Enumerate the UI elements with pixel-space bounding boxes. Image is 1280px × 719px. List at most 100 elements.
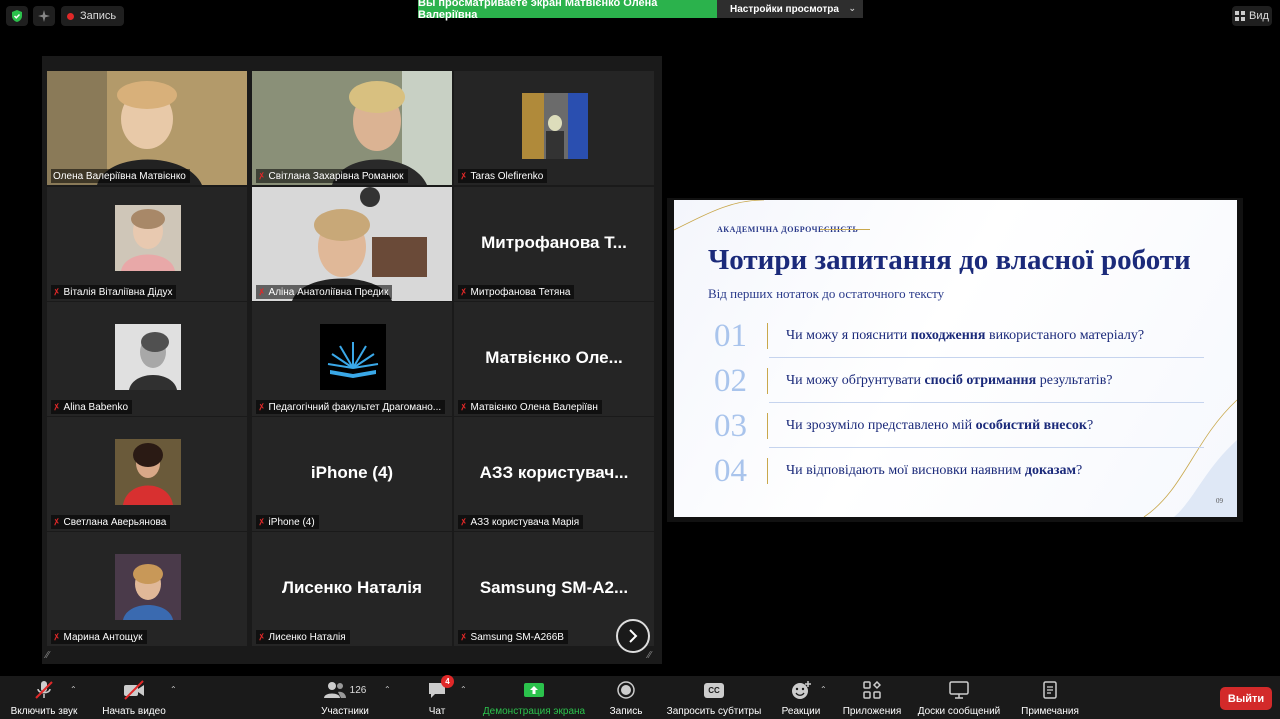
participant-tile[interactable]: ✗ Taras Olefirenko <box>454 71 654 185</box>
record-button[interactable]: Запись <box>604 676 648 719</box>
question-text: Чи можу я пояснити походження використан… <box>786 328 1145 343</box>
participant-tile[interactable]: ✗ Марина Антощук <box>47 532 247 646</box>
participant-tile[interactable]: ✗ Alina Babenko <box>47 302 247 416</box>
leave-meeting-button[interactable]: Выйти <box>1220 687 1272 710</box>
view-options-dropdown[interactable]: Настройки просмотра ⌄ <box>717 0 863 18</box>
video-off-icon <box>124 680 144 700</box>
apps-label: Приложения <box>842 706 902 717</box>
participant-tile[interactable]: Олена Валеріївна Матвієнко <box>47 71 247 185</box>
muted-mic-icon: ✗ <box>459 169 469 182</box>
participant-tile[interactable]: Митрофанова Т... ✗ Митрофанова Тетяна <box>454 187 654 301</box>
sparkle-icon[interactable] <box>33 6 55 26</box>
record-label: Запись <box>609 706 643 717</box>
question-text: Чи зрозуміло представлено мій особистий … <box>786 418 1094 433</box>
request-captions-label: Запросить субтитры <box>666 706 762 717</box>
participants-button[interactable]: 126 Участники <box>316 676 374 719</box>
start-video-label: Начать видео <box>102 706 166 717</box>
participant-tile[interactable]: ✗ Світлана Захарівна Романюк <box>252 71 452 185</box>
participant-name-label: ✗ Alina Babenko <box>51 400 133 414</box>
muted-mic-icon: ✗ <box>52 630 62 643</box>
apps-icon <box>863 681 881 699</box>
muted-mic-icon: ✗ <box>257 285 267 298</box>
muted-mic-icon: ✗ <box>257 169 267 182</box>
question-text: Чи можу обґрунтувати спосіб отримання ре… <box>786 373 1113 388</box>
participant-display-name: Samsung SM-A2... <box>479 578 629 597</box>
participant-tile[interactable]: Лисенко Наталія ✗ Лисенко Наталія <box>252 532 452 646</box>
question-text: Чи відповідають мої висновки наявним док… <box>786 463 1083 478</box>
recording-dot-icon <box>67 12 74 20</box>
participant-name-label: ✗ Віталія Віталіївна Дідух <box>51 285 177 299</box>
participant-avatar <box>115 324 181 390</box>
participant-avatar <box>522 93 588 159</box>
notes-button[interactable]: Примечания <box>1016 676 1084 719</box>
recording-indicator[interactable]: Запись <box>61 6 125 26</box>
muted-mic-icon: ✗ <box>459 285 469 298</box>
participant-tile[interactable]: iPhone (4) ✗ iPhone (4) <box>252 417 452 531</box>
participant-avatar <box>115 439 181 505</box>
start-video-button[interactable]: Начать видео <box>98 676 170 719</box>
participant-name-label: ✗ Світлана Захарівна Романюк <box>256 169 408 183</box>
video-options-caret-icon[interactable]: ⌃ <box>170 685 177 694</box>
muted-mic-icon: ✗ <box>459 630 469 643</box>
muted-mic-icon: ✗ <box>52 285 62 298</box>
participant-name-label: ✗ Светлана Аверьянова <box>51 515 171 529</box>
slide-question: 01 Чи можу я пояснити походження викорис… <box>714 318 1204 358</box>
reactions-caret-icon[interactable]: ⌃ <box>820 685 827 694</box>
participant-tile[interactable]: ✗ Аліна Анатоліївна Предик <box>252 187 452 301</box>
apps-button[interactable]: Приложения <box>840 676 904 719</box>
participant-video <box>252 71 452 185</box>
chat-label: Чат <box>428 706 446 717</box>
participant-name-label: ✗ iPhone (4) <box>256 515 319 529</box>
participant-name-label: ✗ Taras Olefirenko <box>458 169 548 183</box>
next-page-button[interactable] <box>616 619 650 653</box>
participant-name-label: ✗ Матвієнко Олена Валеріївн <box>458 400 602 414</box>
participant-name-label: ✗ Митрофанова Тетяна <box>458 285 575 299</box>
participant-display-name: iPhone (4) <box>310 463 394 482</box>
slide-page-number: 09 <box>1216 497 1223 505</box>
share-screen-icon <box>524 683 544 697</box>
participant-name-label: ✗ Марина Антощук <box>51 630 147 644</box>
slide-subtitle: Від перших нотаток до остаточного тексту <box>708 286 945 301</box>
chat-button[interactable]: 4 Чат <box>420 675 454 719</box>
share-screen-label: Демонстрация экрана <box>482 706 586 717</box>
participant-tile[interactable]: ✗ Светлана Аверьянова <box>47 417 247 531</box>
participant-name-label: Олена Валеріївна Матвієнко <box>51 169 190 183</box>
participant-tile[interactable]: Матвієнко Оле... ✗ Матвієнко Олена Валері… <box>454 302 654 416</box>
reactions-label: Реакции <box>781 706 821 717</box>
participant-tile[interactable]: ✗ Віталія Віталіївна Дідух <box>47 187 247 301</box>
emoji-icon <box>792 681 811 699</box>
shared-slide: АКАДЕМІЧНА ДОБРОЧЕСНІСТЬ Чотири запитанн… <box>674 200 1237 517</box>
view-button[interactable]: Вид <box>1232 6 1272 26</box>
participant-display-name: Матвієнко Оле... <box>485 348 623 367</box>
view-options-label: Настройки просмотра <box>730 3 839 15</box>
participants-caret-icon[interactable]: ⌃ <box>384 685 391 694</box>
reactions-button[interactable]: Реакции <box>778 676 824 719</box>
slide-question: 04 Чи відповідають мої висновки наявним … <box>714 453 1204 493</box>
screen-share-banner: Вы просматриваете экран Матвієнко Олена … <box>418 0 717 21</box>
participants-count: 126 <box>349 684 367 696</box>
participants-label: Участники <box>321 706 369 717</box>
chat-unread-badge: 4 <box>441 675 454 688</box>
participant-name-label: ✗ Аліна Анатоліївна Предик <box>256 285 393 299</box>
captions-icon: CC <box>704 682 724 698</box>
share-screen-button[interactable]: Демонстрация экрана <box>478 676 590 719</box>
slide-badge-rule <box>820 229 870 230</box>
recording-label: Запись <box>80 10 117 22</box>
question-number: 04 <box>714 453 747 489</box>
resize-grip-icon[interactable]: ∕∕ <box>46 650 58 662</box>
chevron-right-icon <box>629 629 638 643</box>
participant-gallery: Олена Валеріївна Матвієнко ✗ Світлана Зах… <box>42 56 662 664</box>
request-captions-button[interactable]: CC Запросить субтитры <box>664 676 764 719</box>
question-number: 02 <box>714 363 747 399</box>
security-shield-icon[interactable] <box>6 6 28 26</box>
muted-mic-icon: ✗ <box>257 400 267 413</box>
chat-caret-icon[interactable]: ⌃ <box>460 685 467 694</box>
whiteboards-button[interactable]: Доски сообщений <box>914 676 1004 719</box>
participant-name-label: ✗ АЗЗ користувача Марія <box>458 515 584 529</box>
audio-options-caret-icon[interactable]: ⌃ <box>70 685 77 694</box>
unmute-button[interactable]: Включить звук <box>6 676 82 719</box>
muted-mic-icon: ✗ <box>459 400 469 413</box>
participant-tile[interactable]: ✗ Педагогічний факультет Драгомано... <box>252 302 452 416</box>
participant-tile[interactable]: АЗЗ користувач... ✗ АЗЗ користувача Марія <box>454 417 654 531</box>
resize-grip-icon[interactable]: ∕∕ <box>648 650 660 662</box>
